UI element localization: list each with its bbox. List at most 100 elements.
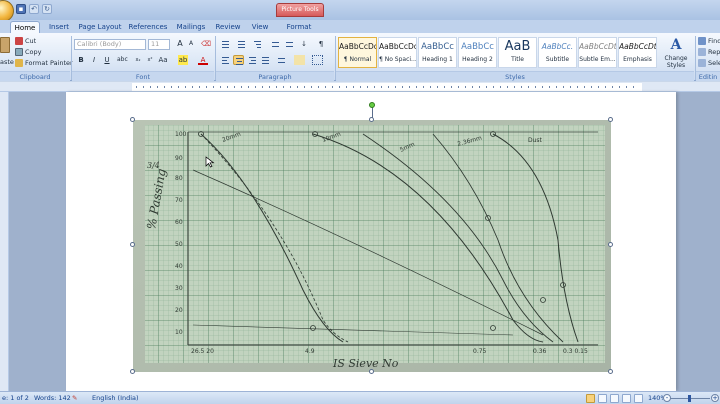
print-layout-view-button[interactable] <box>586 394 595 403</box>
borders-icon[interactable] <box>312 55 323 65</box>
draft-view-button[interactable] <box>634 394 643 403</box>
select-button[interactable]: Selec <box>698 58 720 68</box>
decrease-indent-icon[interactable] <box>270 39 281 49</box>
resize-handle-top-left[interactable] <box>130 117 135 122</box>
language-indicator[interactable]: English (India) <box>92 392 139 404</box>
style-name: Heading 1 <box>422 56 453 63</box>
ruler-tick <box>563 86 564 88</box>
style-sample: AaBbCcDc <box>379 42 416 51</box>
status-bar: e: 1 of 2 Words: 142 ✎ English (India) 1… <box>0 391 720 404</box>
replace-button[interactable]: Repl <box>698 47 720 57</box>
resize-handle-right[interactable] <box>608 242 613 247</box>
style-sample: AaBbCc <box>461 42 494 52</box>
shrink-font-icon[interactable]: A <box>186 39 196 49</box>
ruler-tick <box>206 86 207 88</box>
font-color-icon[interactable]: A <box>198 55 208 65</box>
bullets-icon[interactable] <box>220 39 231 49</box>
align-left-icon[interactable] <box>220 55 231 65</box>
undo-icon[interactable]: ↶ <box>29 4 39 14</box>
resize-handle-top-right[interactable] <box>608 117 613 122</box>
web-layout-view-button[interactable] <box>610 394 619 403</box>
style-emphasis[interactable]: AaBbCcDt Emphasis <box>618 37 657 68</box>
tab-insert[interactable]: Insert <box>46 21 72 33</box>
subscript-icon[interactable]: x₂ <box>133 55 143 65</box>
font-size-field[interactable]: 11 <box>148 39 170 50</box>
curve-label: Dust <box>528 137 543 144</box>
zoom-slider-thumb[interactable] <box>688 395 691 402</box>
ruler-tick <box>248 86 249 88</box>
tab-review[interactable]: Review <box>214 21 242 33</box>
style-heading-1[interactable]: AaBbCc Heading 1 <box>418 37 457 68</box>
style-heading-2[interactable]: AaBbCc Heading 2 <box>458 37 497 68</box>
word-count[interactable]: Words: 142 <box>34 392 71 404</box>
format-painter-button[interactable]: Format Painter <box>15 58 73 68</box>
ruler-tick <box>556 86 557 88</box>
ruler-tick <box>143 86 144 88</box>
clear-format-icon[interactable]: ⌫ <box>201 39 211 49</box>
show-formatting-icon[interactable]: ¶ <box>316 39 326 49</box>
ruler-tick <box>178 86 179 88</box>
ruler-tick <box>283 86 284 88</box>
tab-mailings[interactable]: Mailings <box>174 21 208 33</box>
tab-home[interactable]: Home <box>10 21 40 33</box>
ruler-tick <box>423 86 424 88</box>
ruler-tick <box>598 86 599 88</box>
resize-handle-left[interactable] <box>130 242 135 247</box>
resize-handle-bottom[interactable] <box>369 369 374 374</box>
paste-button[interactable]: aste <box>0 37 14 66</box>
ruler-tick <box>353 86 354 88</box>
ruler-tick <box>339 86 340 88</box>
align-center-icon[interactable] <box>233 55 244 65</box>
align-right-icon[interactable] <box>247 55 258 65</box>
find-button[interactable]: Find <box>698 36 720 46</box>
office-button[interactable] <box>0 0 14 22</box>
rotation-handle[interactable] <box>369 102 375 108</box>
resize-handle-bottom-left[interactable] <box>130 369 135 374</box>
increase-indent-icon[interactable] <box>284 39 295 49</box>
proofing-icon[interactable]: ✎ <box>72 392 77 404</box>
italic-button[interactable]: I <box>89 55 99 65</box>
style-title[interactable]: AaB Title <box>498 37 537 68</box>
line-spacing-icon[interactable] <box>276 55 287 65</box>
strikethrough-icon[interactable]: abc <box>117 55 128 65</box>
font-name-field[interactable]: Calibri (Body) <box>74 39 146 50</box>
resize-handle-top[interactable] <box>369 117 374 122</box>
cut-button[interactable]: Cut <box>15 36 36 46</box>
style-normal[interactable]: AaBbCcDc ¶ Normal <box>338 37 377 68</box>
grow-font-icon[interactable]: A <box>175 39 185 49</box>
redo-icon[interactable]: ↻ <box>42 4 52 14</box>
tab-references[interactable]: References <box>128 21 168 33</box>
style-subtle-emphasis[interactable]: AaBbCcDt Subtle Em... <box>578 37 617 68</box>
horizontal-ruler[interactable] <box>0 82 720 92</box>
style-no-spacing[interactable]: AaBbCcDc ¶ No Spaci... <box>378 37 417 68</box>
full-screen-view-button[interactable] <box>598 394 607 403</box>
underline-button[interactable]: U <box>102 55 112 65</box>
outline-view-button[interactable] <box>622 394 631 403</box>
zoom-in-button[interactable]: + <box>711 394 719 402</box>
superscript-icon[interactable]: x² <box>145 55 155 65</box>
justify-icon[interactable] <box>260 55 271 65</box>
vertical-ruler[interactable] <box>0 92 9 391</box>
tab-page-layout[interactable]: Page Layout <box>78 21 122 33</box>
bold-button[interactable]: B <box>76 55 86 65</box>
font-group-label: Font <box>72 71 214 81</box>
style-subtitle[interactable]: AaBbCc. Subtitle <box>538 37 577 68</box>
shading-icon[interactable] <box>294 55 305 65</box>
sort-icon[interactable]: ↓ <box>299 39 309 49</box>
tab-view[interactable]: View <box>248 21 272 33</box>
y-tick-label: 70 <box>175 197 183 204</box>
tab-format[interactable]: Format <box>282 21 316 33</box>
resize-handle-bottom-right[interactable] <box>608 369 613 374</box>
save-icon[interactable]: ▪ <box>16 4 26 14</box>
change-styles-button[interactable]: A Change Styles <box>660 37 692 73</box>
highlight-icon[interactable]: ab <box>178 55 188 65</box>
copy-button[interactable]: Copy <box>15 47 42 57</box>
styles-group-label: Styles <box>336 71 694 81</box>
replace-icon <box>698 48 706 56</box>
page-count[interactable]: e: 1 of 2 <box>2 392 29 404</box>
numbering-icon[interactable] <box>236 39 247 49</box>
multilevel-list-icon[interactable] <box>252 39 263 49</box>
change-case-icon[interactable]: Aa <box>158 55 168 65</box>
ruler-tick <box>514 86 515 88</box>
ruler-tick <box>255 86 256 88</box>
